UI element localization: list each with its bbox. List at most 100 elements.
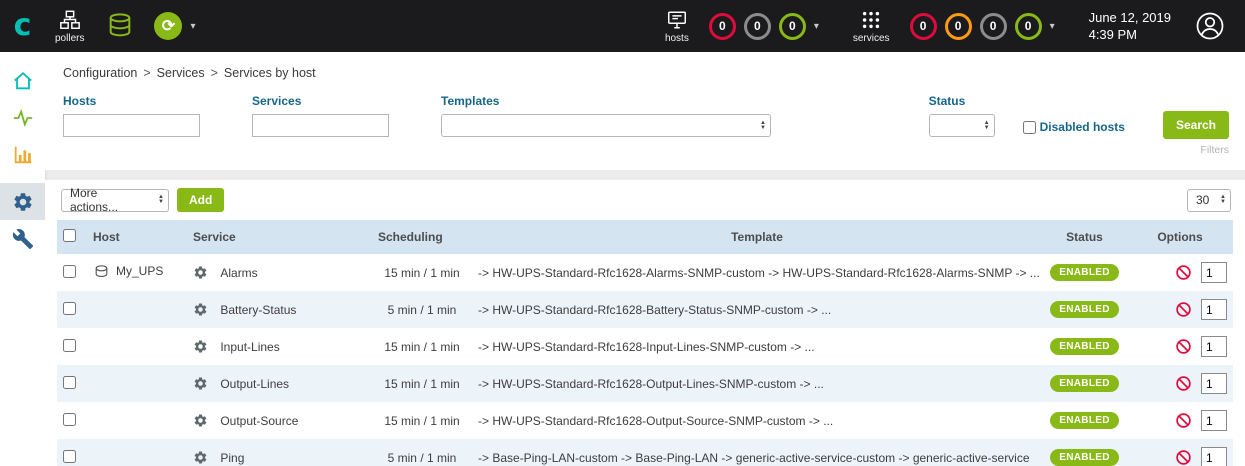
select-arrows-icon: ▲▼ bbox=[984, 121, 990, 131]
services-counters: 0 0 0 0 bbox=[902, 13, 1042, 40]
row-select-checkbox[interactable] bbox=[63, 413, 76, 426]
status-filter-group: Status ▲▼ bbox=[929, 94, 995, 137]
service-name-link[interactable]: Ping bbox=[220, 451, 244, 465]
hosts-filter-input[interactable] bbox=[63, 114, 200, 137]
host-status-counter[interactable]: 0 bbox=[709, 13, 736, 40]
breadcrumb: Configuration>Services>Services by host bbox=[45, 52, 1245, 84]
breadcrumb-configuration[interactable]: Configuration bbox=[63, 66, 137, 80]
service-status-counter[interactable]: 0 bbox=[1015, 13, 1042, 40]
service-status-counter[interactable]: 0 bbox=[910, 13, 937, 40]
hosts-status-cluster: hosts 0 0 0 ▾ bbox=[665, 9, 819, 44]
service-status-counter[interactable]: 0 bbox=[980, 13, 1007, 40]
table-header-row: Host Service Scheduling Template Status … bbox=[57, 220, 1233, 254]
header-scheduling[interactable]: Scheduling bbox=[372, 220, 472, 254]
header-template[interactable]: Template bbox=[472, 220, 1042, 254]
hosts-menu[interactable]: hosts bbox=[665, 9, 689, 44]
host-status-counter[interactable]: 0 bbox=[744, 13, 771, 40]
more-actions-select[interactable]: More actions... ▲▼ bbox=[61, 189, 169, 212]
host-name-link[interactable]: My_UPS bbox=[116, 264, 163, 278]
breadcrumb-services[interactable]: Services bbox=[157, 66, 205, 80]
user-profile-icon[interactable] bbox=[1195, 11, 1225, 41]
status-badge: ENABLED bbox=[1050, 301, 1118, 318]
status-filter-select[interactable]: ▲▼ bbox=[929, 114, 995, 137]
sidebar bbox=[0, 52, 45, 466]
service-name-link[interactable]: Alarms bbox=[220, 266, 257, 280]
services-filter-group: Services bbox=[252, 94, 389, 137]
filters-toggle-link[interactable]: Filters bbox=[1200, 144, 1229, 156]
scheduling-value: 5 min / 1 min bbox=[372, 439, 472, 466]
template-chain: -> HW-UPS-Standard-Rfc1628-Input-Lines-S… bbox=[472, 328, 1042, 365]
more-actions-value: More actions... bbox=[70, 186, 148, 214]
disable-service-icon[interactable] bbox=[1175, 264, 1192, 281]
disable-service-icon[interactable] bbox=[1175, 338, 1192, 355]
status-badge: ENABLED bbox=[1050, 412, 1118, 429]
duplicate-count-input[interactable] bbox=[1201, 336, 1227, 357]
service-name-link[interactable]: Battery-Status bbox=[220, 303, 296, 317]
duplicate-count-input[interactable] bbox=[1201, 447, 1227, 466]
duplicate-count-input[interactable] bbox=[1201, 299, 1227, 320]
services-menu[interactable]: services bbox=[853, 9, 890, 44]
service-row: Output-Source 15 min / 1 min -> HW-UPS-S… bbox=[57, 402, 1233, 439]
select-all-checkbox[interactable] bbox=[63, 229, 76, 242]
sidebar-item-home[interactable] bbox=[0, 62, 45, 99]
service-row: Output-Lines 15 min / 1 min -> HW-UPS-St… bbox=[57, 365, 1233, 402]
service-name-link[interactable]: Output-Source bbox=[220, 414, 298, 428]
scheduling-value: 5 min / 1 min bbox=[372, 291, 472, 328]
breadcrumb-current-page: Services by host bbox=[224, 66, 316, 80]
disabled-hosts-toggle[interactable]: Disabled hosts bbox=[1023, 120, 1125, 134]
disable-service-icon[interactable] bbox=[1175, 375, 1192, 392]
disable-service-icon[interactable] bbox=[1175, 301, 1192, 318]
service-name-link[interactable]: Input-Lines bbox=[220, 340, 279, 354]
page-size-value: 30 bbox=[1196, 193, 1209, 207]
centreon-logo[interactable]: c bbox=[0, 3, 45, 49]
header-service[interactable]: Service bbox=[187, 220, 372, 254]
templates-filter-select[interactable]: ▲▼ bbox=[441, 114, 771, 137]
duplicate-count-input[interactable] bbox=[1201, 262, 1227, 283]
service-gear-icon bbox=[193, 450, 208, 465]
database-icon[interactable] bbox=[106, 12, 134, 40]
row-select-checkbox[interactable] bbox=[63, 339, 76, 352]
header-host[interactable]: Host bbox=[87, 220, 187, 254]
scheduling-value: 15 min / 1 min bbox=[372, 254, 472, 291]
services-filter-input[interactable] bbox=[252, 114, 389, 137]
sidebar-item-configuration[interactable] bbox=[0, 183, 45, 220]
topbar: c pollers ⟳ ▾ hosts bbox=[0, 0, 1245, 52]
row-select-checkbox[interactable] bbox=[63, 450, 76, 463]
page-size-select[interactable]: 30 ▲▼ bbox=[1187, 189, 1231, 212]
header-status[interactable]: Status bbox=[1042, 220, 1127, 254]
hosts-counters: 0 0 0 bbox=[701, 13, 806, 40]
status-badge: ENABLED bbox=[1050, 338, 1118, 355]
status-badge: ENABLED bbox=[1050, 264, 1118, 281]
row-select-checkbox[interactable] bbox=[63, 376, 76, 389]
pollers-menu[interactable]: pollers bbox=[55, 9, 84, 44]
reporting-chart-icon bbox=[12, 144, 34, 166]
chevron-down-icon[interactable]: ▾ bbox=[190, 21, 195, 32]
administration-tools-icon bbox=[12, 228, 34, 250]
add-button[interactable]: Add bbox=[177, 188, 224, 212]
hosts-icon bbox=[666, 9, 688, 31]
row-select-checkbox[interactable] bbox=[63, 265, 76, 278]
header-options: Options bbox=[1127, 220, 1233, 254]
sidebar-item-monitoring[interactable] bbox=[0, 99, 45, 136]
service-gear-icon bbox=[193, 413, 208, 428]
poller-state-refresh-icon[interactable]: ⟳ bbox=[154, 12, 182, 40]
chevron-down-icon[interactable]: ▾ bbox=[814, 21, 819, 32]
sidebar-item-administration[interactable] bbox=[0, 220, 45, 257]
host-status-counter[interactable]: 0 bbox=[779, 13, 806, 40]
current-date: June 12, 2019 bbox=[1089, 9, 1171, 26]
duplicate-count-input[interactable] bbox=[1201, 373, 1227, 394]
sidebar-item-reporting[interactable] bbox=[0, 136, 45, 173]
datetime: June 12, 2019 4:39 PM bbox=[1089, 9, 1171, 43]
duplicate-count-input[interactable] bbox=[1201, 410, 1227, 431]
chevron-down-icon[interactable]: ▾ bbox=[1050, 21, 1055, 32]
service-gear-icon bbox=[193, 302, 208, 317]
search-button[interactable]: Search bbox=[1163, 111, 1229, 139]
service-name-link[interactable]: Output-Lines bbox=[220, 377, 289, 391]
disable-service-icon[interactable] bbox=[1175, 412, 1192, 429]
service-status-counter[interactable]: 0 bbox=[945, 13, 972, 40]
disable-service-icon[interactable] bbox=[1175, 449, 1192, 466]
row-select-checkbox[interactable] bbox=[63, 302, 76, 315]
monitoring-pulse-icon bbox=[12, 107, 34, 129]
services-icon bbox=[860, 9, 882, 31]
disabled-hosts-checkbox[interactable] bbox=[1023, 121, 1036, 134]
